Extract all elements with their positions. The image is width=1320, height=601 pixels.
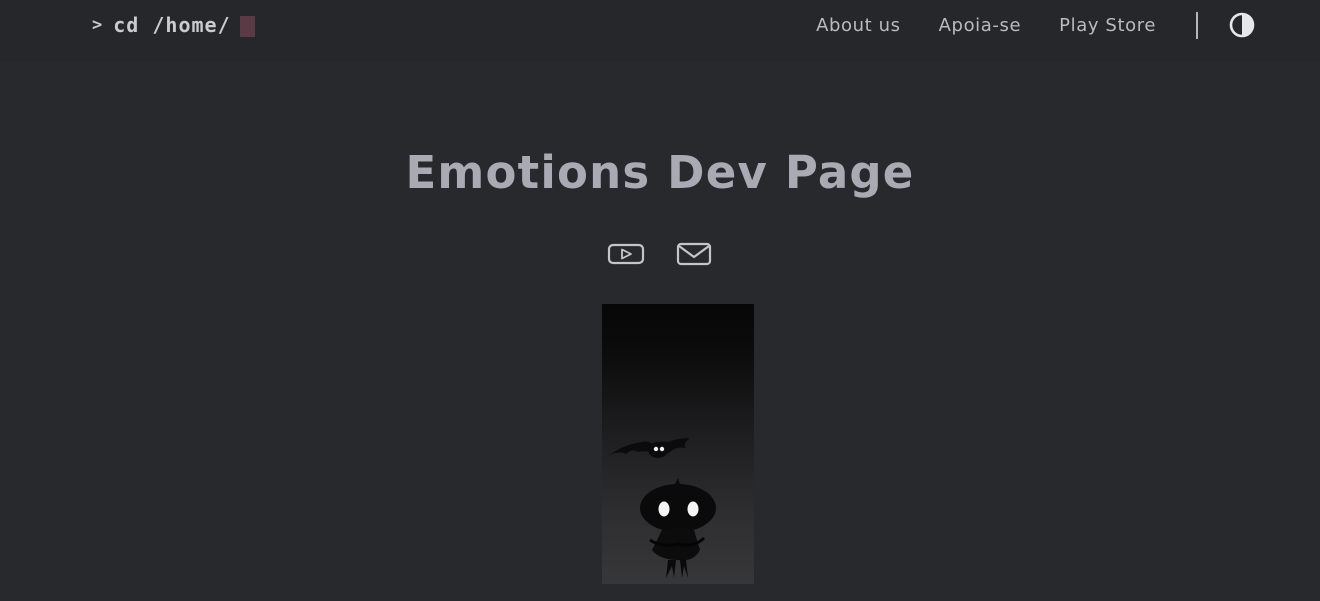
- character-with-bat-illustration: [608, 438, 716, 578]
- youtube-icon: [607, 243, 645, 265]
- terminal-prompt: > cd /home/: [92, 13, 255, 37]
- hero-image: [602, 304, 754, 584]
- nav-link-play-store[interactable]: Play Store: [1059, 15, 1156, 36]
- prompt-symbol: >: [92, 15, 104, 35]
- terminal-cursor: [239, 15, 255, 37]
- main-nav: About us Apoia-se Play Store: [816, 10, 1256, 40]
- character-figure: [640, 478, 716, 578]
- contrast-icon: [1229, 12, 1255, 38]
- page-title: Emotions Dev Page: [405, 146, 915, 199]
- mail-icon: [676, 242, 712, 266]
- nav-link-apoia-se[interactable]: Apoia-se: [939, 15, 1022, 36]
- nav-link-about-us[interactable]: About us: [816, 15, 901, 36]
- social-links: [0, 240, 1320, 268]
- prompt-command: cd /home/: [113, 13, 231, 37]
- mail-link[interactable]: [675, 240, 713, 268]
- top-navigation-bar: > cd /home/ About us Apoia-se Play Store: [0, 0, 1320, 62]
- nav-divider: [1196, 11, 1198, 39]
- theme-toggle-button[interactable]: [1228, 11, 1256, 39]
- youtube-link[interactable]: [607, 240, 645, 268]
- bat-figure: [608, 438, 690, 458]
